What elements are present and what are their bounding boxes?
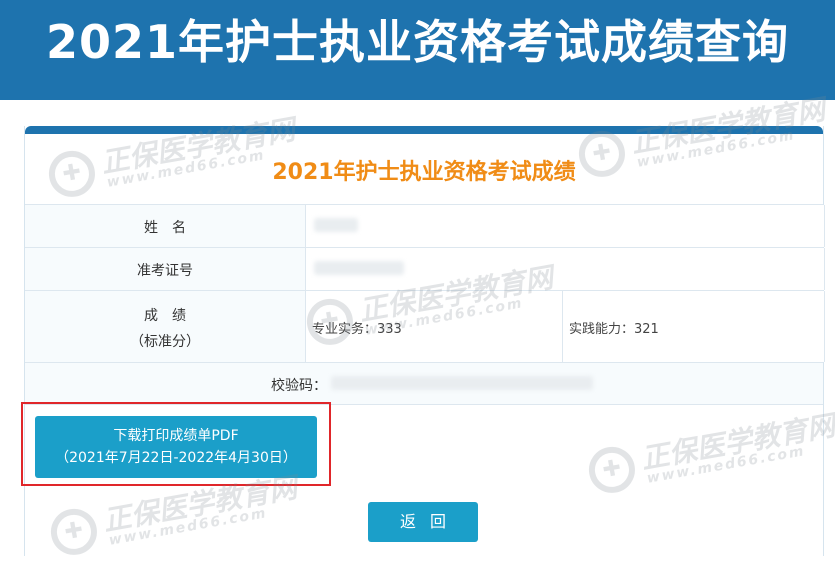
redacted-ticket (314, 261, 404, 275)
medical-cross-logo-icon: ✚ (47, 505, 101, 559)
download-button-label: 下载打印成绩单PDF (113, 428, 239, 444)
back-button[interactable]: 返回 (368, 502, 478, 542)
medical-cross-logo-icon: ✚ (45, 147, 99, 201)
score-label-sub: （标准分） (130, 334, 200, 350)
page-banner: 2021年护士执业资格考试成绩查询 (0, 0, 835, 100)
redacted-name (314, 218, 358, 232)
name-row: 姓 名 (25, 204, 825, 247)
practical-score-cell: 实践能力：321 (563, 291, 825, 362)
score-label: 成 绩 (144, 308, 186, 324)
page-title: 2021年护士执业资格考试成绩查询 (45, 15, 790, 69)
medical-cross-logo-icon: ✚ (303, 295, 357, 349)
verify-label: 校验码： (271, 378, 327, 394)
practical-score: 实践能力：321 (569, 322, 659, 337)
medical-cross-logo-icon: ✚ (575, 127, 629, 181)
download-button-period: （2021年7月22日-2022年4月30日） (55, 450, 297, 466)
name-label: 姓 名 (144, 220, 186, 236)
verify-row: 校验码： (25, 362, 823, 404)
redacted-verify-code (331, 376, 593, 390)
name-value (305, 205, 825, 247)
medical-cross-logo-icon: ✚ (585, 443, 639, 497)
ticket-label: 准考证号 (137, 263, 193, 279)
